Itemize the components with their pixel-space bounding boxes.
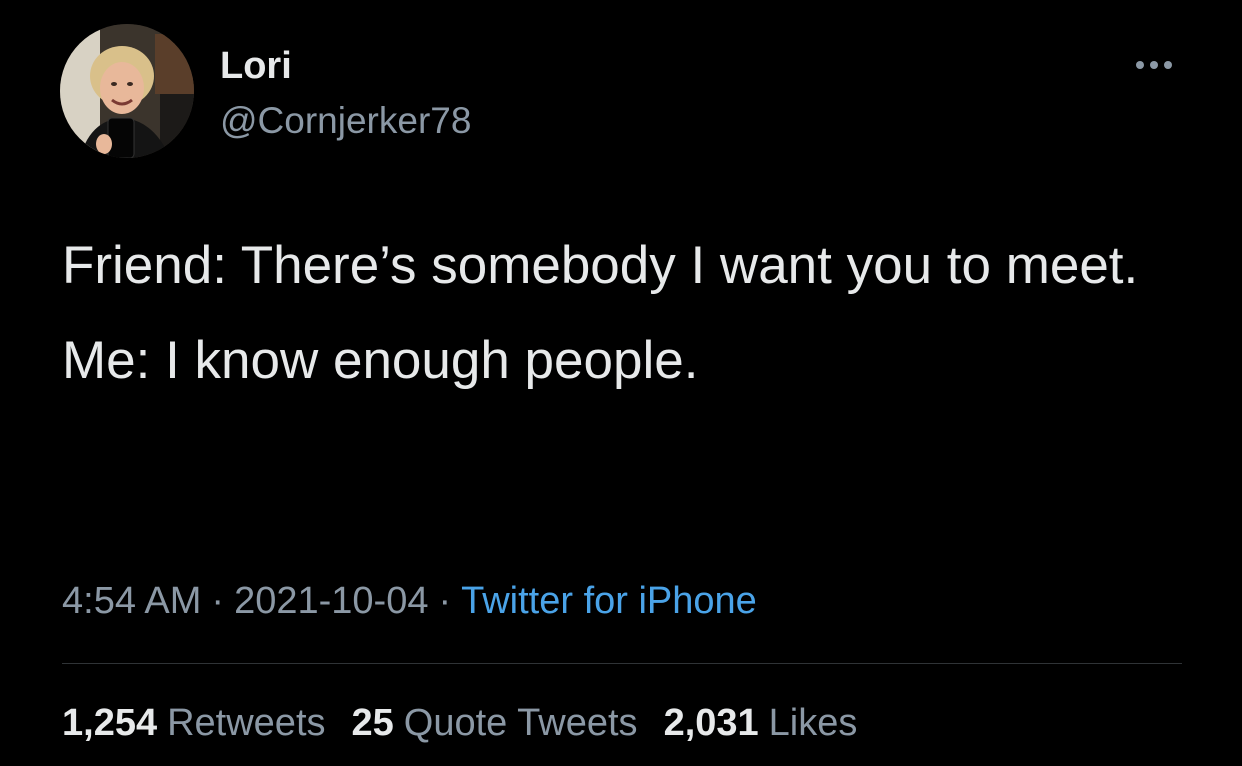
tweet-source-link[interactable]: Twitter for iPhone (461, 580, 757, 622)
tweet-line-2: Me: I know enough people. (62, 331, 699, 390)
quote-tweets-stat[interactable]: 25 Quote Tweets (352, 698, 638, 748)
avatar[interactable] (60, 24, 194, 158)
author-handle[interactable]: @Cornjerker78 (220, 98, 471, 144)
more-options-button[interactable] (1124, 50, 1184, 80)
tweet-text: Friend: There’s somebody I want you to m… (62, 228, 1192, 398)
likes-label: Likes (768, 702, 858, 744)
quote-tweets-label: Quote Tweets (403, 702, 638, 744)
meta-separator: · (438, 580, 452, 622)
retweets-stat[interactable]: 1,254 Retweets (62, 698, 326, 748)
more-horizontal-icon-dot (1150, 61, 1158, 69)
meta-separator: · (211, 580, 225, 622)
tweet-time[interactable]: 4:54 AM (62, 580, 201, 622)
quote-tweets-count: 25 (351, 702, 394, 744)
retweets-label: Retweets (167, 702, 326, 744)
likes-count: 2,031 (663, 702, 759, 744)
tweet-meta: 4:54 AM · 2021-10-04 · Twitter for iPhone (62, 576, 757, 626)
retweets-count: 1,254 (62, 702, 158, 744)
profile-photo-icon (60, 24, 194, 158)
tweet-line-1: Friend: There’s somebody I want you to m… (62, 236, 1139, 295)
tweet-card: Lori @Cornjerker78 Friend: There’s someb… (0, 0, 1242, 766)
more-horizontal-icon (1136, 61, 1144, 69)
likes-stat[interactable]: 2,031 Likes (664, 698, 858, 748)
tweet-stats: 1,254 Retweets 25 Quote Tweets 2,031 Likes (62, 698, 857, 748)
author-name[interactable]: Lori (220, 43, 292, 89)
divider (62, 663, 1182, 664)
tweet-date[interactable]: 2021-10-04 (234, 580, 428, 622)
more-horizontal-icon-dot (1164, 61, 1172, 69)
